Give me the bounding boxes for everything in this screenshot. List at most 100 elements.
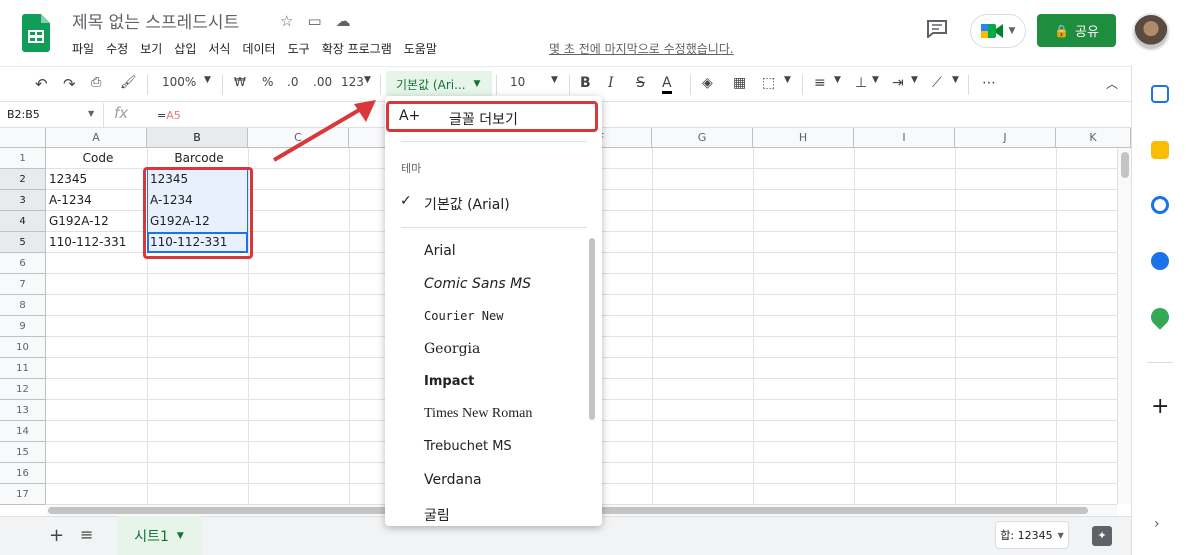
menu-file[interactable]: 파일 <box>66 38 100 59</box>
row-header[interactable]: 5 <box>0 232 46 253</box>
row-header[interactable]: 1 <box>0 148 46 169</box>
cell-a1[interactable]: Code <box>46 148 147 169</box>
cell-a5[interactable]: 110-112-331 <box>46 232 126 253</box>
row-header[interactable]: 13 <box>0 400 46 421</box>
redo-icon[interactable]: ↷ <box>63 75 76 93</box>
name-box[interactable]: B2:B5 ▼ <box>0 103 104 128</box>
menu-tools[interactable]: 도구 <box>282 38 316 59</box>
column-header[interactable]: J <box>955 128 1056 148</box>
cell-a2[interactable]: 12345 <box>46 169 87 190</box>
font-item-gulim[interactable]: 굴림 <box>424 505 450 525</box>
menu-insert[interactable]: 삽입 <box>168 38 202 59</box>
calendar-icon[interactable] <box>1151 85 1169 103</box>
menu-extensions[interactable]: 확장 프로그램 <box>316 38 398 59</box>
merge-cells-icon[interactable]: ⬚ <box>762 75 775 91</box>
row-header[interactable]: 7 <box>0 274 46 295</box>
chevron-right-icon[interactable]: › <box>1154 516 1160 532</box>
column-header[interactable]: K <box>1056 128 1131 148</box>
undo-icon[interactable]: ↶ <box>35 75 48 93</box>
vertical-scrollbar[interactable] <box>1117 148 1131 504</box>
sheets-logo-icon[interactable] <box>22 14 50 52</box>
contacts-icon[interactable] <box>1151 252 1169 270</box>
keep-icon[interactable] <box>1151 141 1169 159</box>
star-icon[interactable]: ☆ <box>280 12 293 30</box>
cell-a4[interactable]: G192A-12 <box>46 211 109 232</box>
italic-button[interactable]: I <box>608 75 614 91</box>
row-header[interactable]: 14 <box>0 421 46 442</box>
column-header[interactable]: I <box>854 128 955 148</box>
more-fonts-item[interactable]: 글꼴 더보기 <box>449 109 518 129</box>
menu-help[interactable]: 도움말 <box>398 38 443 59</box>
column-header[interactable]: H <box>753 128 854 148</box>
all-sheets-icon[interactable]: ≡ <box>80 525 93 544</box>
row-header[interactable]: 9 <box>0 316 46 337</box>
font-item-trebuchet[interactable]: Trebuchet MS <box>424 439 512 454</box>
comment-history-icon[interactable] <box>926 20 948 38</box>
select-all-corner[interactable] <box>0 128 46 148</box>
sum-summary-button[interactable]: 합: 12345 ▼ <box>995 521 1069 549</box>
menu-edit[interactable]: 수정 <box>100 38 134 59</box>
fill-color-icon[interactable]: ◈ <box>702 75 713 91</box>
font-menu-scrollbar[interactable] <box>589 238 595 420</box>
font-item-impact[interactable]: Impact <box>424 374 474 389</box>
share-button[interactable]: 🔒 공유 <box>1037 14 1116 47</box>
font-item-comic-sans[interactable]: Comic Sans MS <box>424 276 531 292</box>
cell-a3[interactable]: A-1234 <box>46 190 92 211</box>
row-header[interactable]: 16 <box>0 463 46 484</box>
column-header[interactable]: B <box>147 128 248 148</box>
add-sheet-icon[interactable]: + <box>49 525 64 546</box>
print-icon[interactable]: ⎙ <box>91 75 101 90</box>
strikethrough-button[interactable]: S <box>636 75 645 91</box>
vertical-scroll-thumb[interactable] <box>1121 152 1129 178</box>
column-header[interactable]: A <box>46 128 147 148</box>
row-header[interactable]: 4 <box>0 211 46 232</box>
menu-format[interactable]: 서식 <box>202 38 236 59</box>
font-item-verdana[interactable]: Verdana <box>424 472 482 488</box>
theme-font-item[interactable]: 기본값 (Arial) <box>424 194 510 214</box>
row-header[interactable]: 2 <box>0 169 46 190</box>
currency-format-button[interactable]: ₩ <box>234 75 246 89</box>
text-wrap-icon[interactable]: ⇥ <box>892 75 904 91</box>
cell-b1[interactable]: Barcode <box>147 148 248 169</box>
font-size-select[interactable]: 10 <box>510 75 525 89</box>
document-title[interactable]: 제목 없는 스프레드시트 <box>72 8 239 33</box>
last-edit-link[interactable]: 몇 초 전에 마지막으로 수정했습니다. <box>549 40 734 57</box>
zoom-select[interactable]: 100% <box>162 75 196 89</box>
bold-button[interactable]: B <box>580 75 591 91</box>
row-header[interactable]: 10 <box>0 337 46 358</box>
add-addon-icon[interactable]: + <box>1151 394 1169 419</box>
paint-format-icon[interactable]: 🖌 <box>120 75 137 90</box>
font-item-times-new-roman[interactable]: Times New Roman <box>424 406 532 422</box>
explore-icon[interactable]: ✦ <box>1092 526 1112 546</box>
font-item-arial[interactable]: Arial <box>424 243 456 259</box>
row-header[interactable]: 11 <box>0 358 46 379</box>
row-header[interactable]: 17 <box>0 484 46 505</box>
decrease-decimal-button[interactable]: .0 <box>287 75 298 89</box>
move-folder-icon[interactable]: ▭ <box>307 12 321 30</box>
text-rotate-icon[interactable]: ⟋ <box>932 75 942 91</box>
font-item-georgia[interactable]: Georgia <box>424 341 480 357</box>
row-header[interactable]: 12 <box>0 379 46 400</box>
align-vertical-icon[interactable]: ⊥ <box>855 75 867 91</box>
font-family-select[interactable]: 기본값 (Ari... ▼ <box>386 71 492 97</box>
row-header[interactable]: 6 <box>0 253 46 274</box>
percent-format-button[interactable]: % <box>262 75 273 89</box>
tasks-icon[interactable] <box>1151 196 1169 214</box>
column-header[interactable]: G <box>652 128 753 148</box>
formula-input[interactable]: =A5 <box>157 109 181 122</box>
align-horizontal-icon[interactable]: ≡ <box>814 75 826 91</box>
text-color-button[interactable]: A <box>662 75 672 94</box>
row-header[interactable]: 8 <box>0 295 46 316</box>
row-header[interactable]: 15 <box>0 442 46 463</box>
collapse-toolbar-icon[interactable]: ︿ <box>1106 75 1118 92</box>
borders-icon[interactable]: ▦ <box>733 75 746 91</box>
increase-decimal-button[interactable]: .00 <box>313 75 332 89</box>
meet-button[interactable]: ▼ <box>970 14 1026 48</box>
cloud-status-icon[interactable]: ☁ <box>336 12 351 30</box>
row-header[interactable]: 3 <box>0 190 46 211</box>
more-formats-select[interactable]: 123 <box>341 75 364 89</box>
more-toolbar-button[interactable]: ⋯ <box>982 75 996 91</box>
font-item-courier-new[interactable]: Courier New <box>424 309 503 323</box>
menu-view[interactable]: 보기 <box>134 38 168 59</box>
menu-data[interactable]: 데이터 <box>236 38 281 59</box>
